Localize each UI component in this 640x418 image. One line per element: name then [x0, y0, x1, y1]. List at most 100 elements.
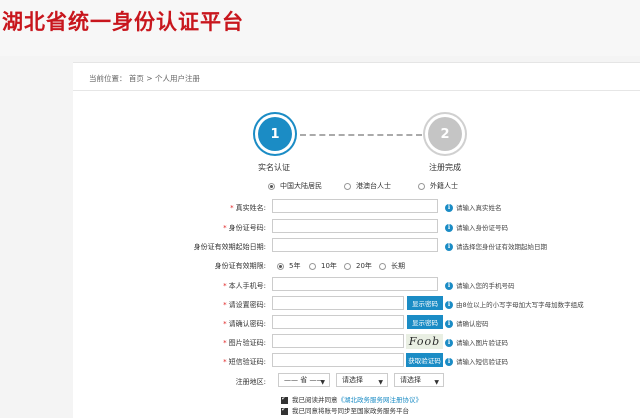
id-number-input[interactable] — [272, 219, 438, 233]
step-1-indicator: 1 — [258, 117, 292, 151]
select-value: 请选择 — [400, 376, 421, 384]
info-icon: i — [445, 301, 453, 309]
district-select[interactable]: 请选择 ▼ — [394, 373, 444, 387]
tip-text: 请选择您身份证有效期起始日期 — [456, 243, 547, 251]
tip-text: 请输入短信验证码 — [456, 358, 508, 366]
identity-option-label: 港澳台人士 — [356, 182, 391, 190]
step-2-indicator: 2 — [428, 117, 462, 151]
captcha-image[interactable]: Foob — [406, 334, 443, 349]
confirm-password-input[interactable] — [272, 315, 404, 329]
info-icon: i — [445, 358, 453, 366]
step-2-label: 注册完成 — [429, 163, 461, 172]
sms-code-label: * 短信验证码: — [223, 358, 266, 366]
label-text: 本人手机号: — [228, 282, 266, 290]
breadcrumb-current: 个人用户注册 — [154, 74, 200, 83]
radio-icon[interactable] — [344, 182, 351, 190]
radio-icon[interactable] — [379, 262, 386, 270]
agree-text: 我已阅读并同意 — [292, 396, 338, 404]
agree-terms-checkbox[interactable]: 我已阅读并同意《湖北政务服务网注册协议》 — [281, 394, 422, 404]
info-icon: i — [445, 224, 453, 232]
site-header: 湖北省统一身份认证平台 — [0, 0, 640, 56]
phone-input[interactable] — [272, 277, 438, 291]
radio-icon[interactable] — [418, 182, 425, 190]
breadcrumb-divider — [73, 90, 640, 91]
label-text: 身份证有效期起始日期: — [193, 243, 266, 251]
phone-label: * 本人手机号: — [223, 282, 266, 290]
checkbox-checked-icon[interactable] — [281, 394, 288, 404]
info-icon: i — [445, 339, 453, 347]
real-name-input[interactable] — [272, 199, 438, 213]
label-text: 请确认密码: — [228, 320, 266, 328]
label-text: 身份证有效期限: — [214, 262, 266, 270]
breadcrumb-separator: > — [146, 74, 153, 83]
password-tip: i 由8位以上的小写字母加大写字母加数字组成 — [445, 299, 584, 309]
validity-option-label: 5年 — [289, 262, 301, 270]
password-input[interactable] — [272, 296, 404, 310]
city-select[interactable]: 请选择 ▼ — [336, 373, 388, 387]
tip-text: 请输入身份证号码 — [456, 224, 508, 232]
info-icon: i — [445, 282, 453, 290]
sync-text: 我已同意将账号同步至国家政务服务平台 — [292, 407, 409, 415]
id-start-date-input[interactable] — [272, 238, 438, 252]
validity-option-label: 20年 — [356, 262, 372, 270]
label-text: 短信验证码: — [228, 358, 266, 366]
radio-icon[interactable] — [268, 182, 275, 190]
select-value: 请选择 — [342, 376, 363, 384]
identity-option-label: 中国大陆居民 — [280, 182, 322, 190]
terms-link[interactable]: 《湖北政务服务网注册协议》 — [338, 396, 423, 404]
show-password-button[interactable]: 显示密码 — [407, 296, 443, 310]
chevron-down-icon: ▼ — [320, 379, 325, 386]
label-text: 图片验证码: — [228, 339, 266, 347]
info-icon: i — [445, 320, 453, 328]
identity-option-foreign[interactable]: 外籍人士 — [418, 181, 458, 191]
validity-option-20y[interactable]: 20年 — [344, 261, 372, 271]
image-code-label: * 图片验证码: — [223, 339, 266, 347]
image-code-tip: i 请输入图片验证码 — [445, 337, 508, 347]
sms-code-input[interactable] — [272, 353, 404, 367]
image-code-input[interactable] — [272, 334, 404, 348]
tip-text: 由8位以上的小写字母加大写字母加数字组成 — [456, 301, 584, 309]
site-logo[interactable]: 湖北省统一身份认证平台 — [2, 6, 244, 36]
label-text: 真实姓名: — [235, 204, 266, 212]
sync-account-checkbox[interactable]: 我已同意将账号同步至国家政务服务平台 — [281, 405, 409, 415]
select-value: —— 省 —— — [284, 376, 324, 384]
id-number-label: * 身份证号码: — [223, 224, 266, 232]
label-text: 注册地区: — [235, 378, 266, 386]
validity-option-label: 长期 — [391, 262, 405, 270]
confirm-password-label: * 请确认密码: — [223, 320, 266, 328]
label-text: 请设置密码: — [228, 301, 266, 309]
info-icon: i — [445, 243, 453, 251]
breadcrumb: 当前位置： 首页 > 个人用户注册 — [89, 73, 200, 84]
identity-option-mainland[interactable]: 中国大陆居民 — [268, 181, 322, 191]
validity-option-5y[interactable]: 5年 — [277, 261, 300, 271]
id-number-tip: i 请输入身份证号码 — [445, 222, 508, 232]
chevron-down-icon: ▼ — [434, 379, 439, 386]
real-name-tip: i 请输入真实姓名 — [445, 202, 502, 212]
label-text: 身份证号码: — [228, 224, 266, 232]
real-name-label: * 真实姓名: — [230, 204, 266, 212]
checkbox-checked-icon[interactable] — [281, 405, 288, 415]
show-confirm-password-button[interactable]: 显示密码 — [407, 315, 443, 329]
province-select[interactable]: —— 省 —— ▼ — [278, 373, 330, 387]
validity-option-long[interactable]: 长期 — [379, 261, 405, 271]
validity-option-10y[interactable]: 10年 — [309, 261, 337, 271]
radio-icon[interactable] — [309, 262, 316, 270]
confirm-password-tip: i 请确认密码 — [445, 318, 489, 328]
tip-text: 请输入真实姓名 — [456, 204, 502, 212]
id-start-date-tip: i 请选择您身份证有效期起始日期 — [445, 241, 547, 251]
identity-option-hkmotw[interactable]: 港澳台人士 — [344, 181, 391, 191]
validity-label: 身份证有效期限: — [215, 261, 266, 271]
radio-icon[interactable] — [344, 262, 351, 270]
phone-tip: i 请输入您的手机号码 — [445, 280, 515, 290]
region-label: 注册地区: — [236, 377, 266, 387]
step-1-label: 实名认证 — [258, 163, 290, 172]
breadcrumb-home-link[interactable]: 首页 — [129, 74, 144, 83]
get-sms-code-button[interactable]: 获取验证码 — [406, 353, 443, 367]
radio-icon[interactable] — [277, 262, 284, 270]
breadcrumb-prefix: 当前位置： — [89, 74, 127, 83]
validity-option-label: 10年 — [321, 262, 337, 270]
step-connector — [300, 134, 422, 136]
id-start-date-label: 身份证有效期起始日期: — [194, 242, 266, 252]
info-icon: i — [445, 204, 453, 212]
password-label: * 请设置密码: — [223, 301, 266, 309]
